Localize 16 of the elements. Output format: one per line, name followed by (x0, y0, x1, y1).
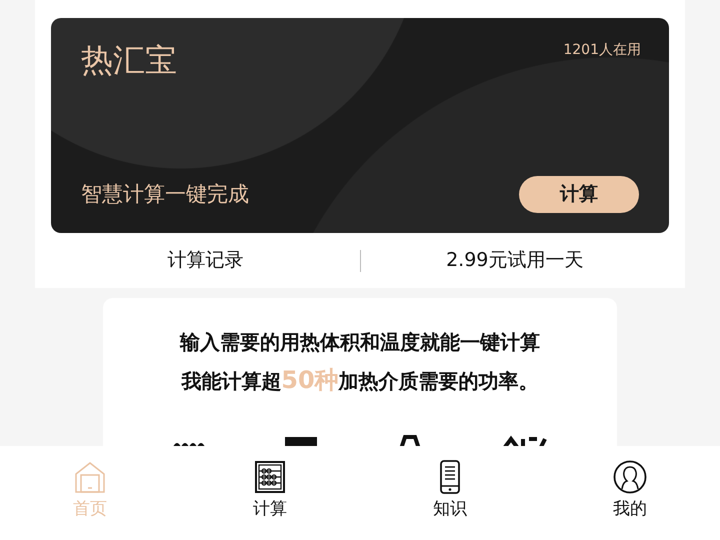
tab[interactable]: 计算 (180, 446, 360, 540)
cropped-icon (397, 435, 423, 449)
app-title: 热汇宝 (81, 44, 177, 76)
record-link[interactable]: 2.99元试用一天 (446, 246, 584, 275)
calculate-button[interactable]: 计算 (519, 176, 639, 213)
user-count: 1201人在用 (563, 41, 641, 60)
tab[interactable]: 知识 (360, 446, 540, 540)
tab[interactable]: 我的 (540, 446, 720, 540)
user-icon (613, 460, 647, 494)
house-icon (73, 460, 107, 494)
cropped-icon (503, 435, 547, 447)
intro-text: 我能计算超50种加热介质需要的功率。 (181, 365, 539, 396)
slogan-text: 智慧计算一键完成 (81, 180, 249, 208)
intro-text: 输入需要的用热体积和温度就能一键计算 (180, 329, 540, 356)
record-link[interactable]: 计算记录 (167, 246, 244, 275)
abacus-icon (253, 460, 287, 494)
